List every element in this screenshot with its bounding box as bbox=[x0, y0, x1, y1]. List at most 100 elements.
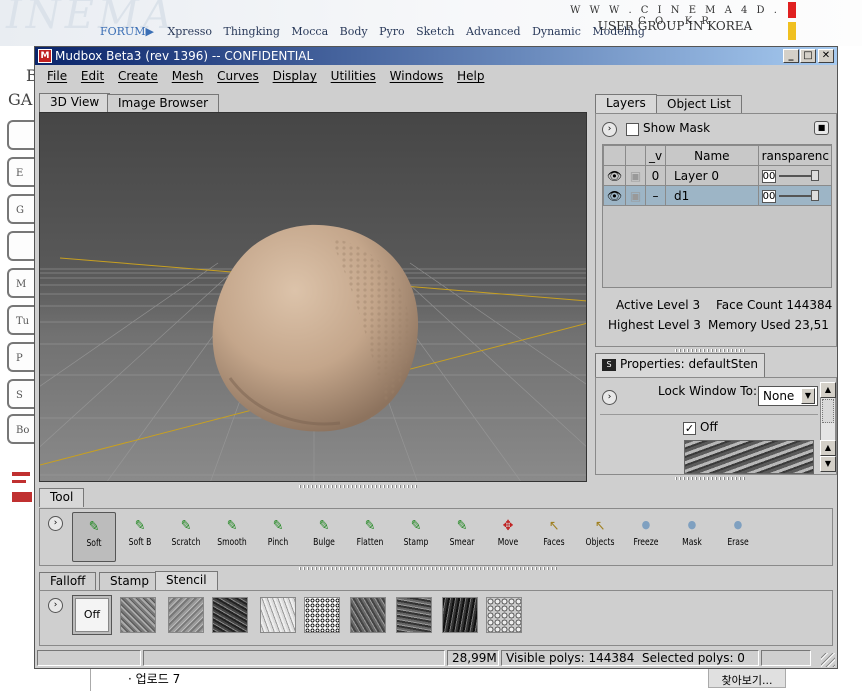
stencil-thumbnail[interactable] bbox=[120, 597, 156, 633]
nav-link[interactable]: Thingking bbox=[224, 25, 280, 38]
viewport-resize-grip[interactable] bbox=[299, 485, 419, 488]
tool-bulge[interactable]: ✎ Bulge bbox=[302, 512, 346, 562]
3d-viewport[interactable] bbox=[39, 112, 587, 482]
scroll-down-icon[interactable]: ▼ bbox=[820, 456, 836, 472]
expand-icon[interactable]: › bbox=[602, 390, 617, 405]
table-row[interactable]: 👁 ▣ 0 Layer 0 00 bbox=[603, 165, 831, 186]
layer-name[interactable]: d1 bbox=[665, 185, 759, 206]
nav-link[interactable]: Mocca bbox=[291, 25, 328, 38]
header-transparency[interactable]: ransparenc bbox=[757, 145, 831, 166]
transparency-slider[interactable] bbox=[778, 190, 819, 201]
stencil-thumbnail[interactable] bbox=[442, 597, 478, 633]
sidebar-tab[interactable]: M bbox=[7, 268, 35, 298]
expand-icon[interactable]: › bbox=[48, 516, 63, 531]
stencil-off-button[interactable]: Off bbox=[72, 595, 112, 635]
scroll-thumb[interactable] bbox=[822, 399, 834, 423]
properties-resize-grip[interactable] bbox=[675, 477, 745, 480]
sidebar-tab[interactable]: G bbox=[7, 194, 35, 224]
stencil-thumbnail[interactable] bbox=[212, 597, 248, 633]
nav-link[interactable]: Xpresso bbox=[167, 25, 212, 38]
tab-3d-view[interactable]: 3D View bbox=[39, 93, 111, 112]
transparency-value[interactable]: 00 bbox=[761, 169, 776, 183]
nav-link[interactable]: Body bbox=[340, 25, 368, 38]
tool-flatten[interactable]: ✎ Flatten bbox=[348, 512, 392, 562]
off-checkbox[interactable]: ✓ bbox=[683, 422, 696, 435]
tool-soft-b[interactable]: ✎ Soft B bbox=[118, 512, 162, 562]
menu-windows[interactable]: Windows bbox=[390, 69, 444, 83]
stencil-thumbnail[interactable] bbox=[486, 597, 522, 633]
sidebar-tab[interactable]: P bbox=[7, 342, 35, 372]
sidebar-tab[interactable]: Bo bbox=[7, 414, 35, 444]
tab-stamp[interactable]: Stamp bbox=[99, 572, 160, 590]
menu-create[interactable]: Create bbox=[118, 69, 158, 83]
menu-display[interactable]: Display bbox=[273, 69, 317, 83]
eye-icon[interactable]: 👁 bbox=[603, 185, 627, 206]
tool-erase[interactable]: ● Erase bbox=[716, 512, 760, 562]
tool-mask[interactable]: ● Mask bbox=[670, 512, 714, 562]
chevron-down-icon[interactable]: ▼ bbox=[801, 388, 815, 404]
tab-falloff[interactable]: Falloff bbox=[39, 572, 97, 590]
layer-name[interactable]: Layer 0 bbox=[665, 165, 759, 186]
stencil-thumbnail[interactable] bbox=[350, 597, 386, 633]
tool-move[interactable]: ✥ Move bbox=[486, 512, 530, 562]
menu-utilities[interactable]: Utilities bbox=[331, 69, 376, 83]
properties-scrollbar[interactable]: ▲ ▲ ▼ bbox=[820, 382, 836, 472]
menu-curves[interactable]: Curves bbox=[217, 69, 259, 83]
tool-smear[interactable]: ✎ Smear bbox=[440, 512, 484, 562]
sidebar-tab[interactable] bbox=[7, 231, 35, 261]
scroll-up-icon[interactable]: ▲ bbox=[820, 382, 836, 398]
sidebar-tab[interactable] bbox=[7, 120, 35, 150]
nav-link[interactable]: Pyro bbox=[379, 25, 405, 38]
tool-stamp[interactable]: ✎ Stamp bbox=[394, 512, 438, 562]
maximize-button[interactable]: □ bbox=[800, 49, 816, 63]
menu-mesh[interactable]: Mesh bbox=[172, 69, 204, 83]
app-icon[interactable]: M bbox=[38, 49, 52, 63]
menu-help[interactable]: Help bbox=[457, 69, 484, 83]
tab-tool[interactable]: Tool bbox=[39, 488, 85, 507]
tool-smooth[interactable]: ✎ Smooth bbox=[210, 512, 254, 562]
layers-resize-grip[interactable] bbox=[675, 349, 745, 352]
tool-soft[interactable]: ✎ Soft bbox=[72, 512, 116, 562]
padlock-icon[interactable]: ▣ bbox=[625, 165, 646, 186]
tool-scratch[interactable]: ✎ Scratch bbox=[164, 512, 208, 562]
sidebar-tab[interactable]: Tu bbox=[7, 305, 35, 335]
eye-icon[interactable]: 👁 bbox=[603, 165, 627, 186]
menu-file[interactable]: File bbox=[47, 69, 67, 83]
minimize-button[interactable]: _ bbox=[783, 49, 799, 63]
tool-pinch[interactable]: ✎ Pinch bbox=[256, 512, 300, 562]
expand-icon[interactable]: › bbox=[48, 598, 63, 613]
header-name[interactable]: Name bbox=[665, 145, 759, 166]
transparency-slider[interactable] bbox=[778, 170, 819, 181]
tool-freeze[interactable]: ● Freeze bbox=[624, 512, 668, 562]
tool-faces[interactable]: ↖ Faces bbox=[532, 512, 576, 562]
menu-edit[interactable]: Edit bbox=[81, 69, 104, 83]
browse-button[interactable]: 찾아보기... bbox=[708, 668, 786, 688]
tool-objects[interactable]: ↖ Objects bbox=[578, 512, 622, 562]
nav-link[interactable]: Sketch bbox=[416, 25, 454, 38]
tab-layers[interactable]: Layers bbox=[595, 94, 657, 113]
stencil-thumbnail[interactable] bbox=[168, 597, 204, 633]
expand-icon[interactable]: › bbox=[602, 122, 617, 137]
title-bar[interactable]: Mudbox Beta3 (rev 1396) -- CONFIDENTIAL bbox=[35, 47, 837, 65]
table-row[interactable]: 👁 ▣ – d1 00 bbox=[603, 185, 831, 206]
nav-link[interactable]: Advanced bbox=[466, 25, 521, 38]
stencil-thumbnail[interactable] bbox=[396, 597, 432, 633]
show-mask-checkbox[interactable] bbox=[626, 123, 639, 136]
tab-stencil[interactable]: Stencil bbox=[155, 571, 218, 590]
tool-resize-grip[interactable] bbox=[299, 567, 559, 570]
lock-icon[interactable]: ■ bbox=[814, 121, 829, 135]
stencil-thumbnail[interactable] bbox=[260, 597, 296, 633]
transparency-value[interactable]: 00 bbox=[761, 189, 776, 203]
sidebar-tab[interactable]: S bbox=[7, 379, 35, 409]
tab-image-browser[interactable]: Image Browser bbox=[107, 94, 220, 112]
close-button[interactable]: ✕ bbox=[818, 49, 834, 63]
tab-properties[interactable]: S Properties: defaultSten bbox=[595, 353, 766, 377]
lock-window-select[interactable]: None ▼ bbox=[758, 386, 818, 406]
padlock-icon[interactable]: ▣ bbox=[625, 185, 646, 206]
sidebar-tab[interactable]: E bbox=[7, 157, 35, 187]
resize-grip-icon[interactable] bbox=[821, 653, 835, 667]
tab-object-list[interactable]: Object List bbox=[656, 95, 742, 113]
scroll-up-icon[interactable]: ▲ bbox=[820, 440, 836, 456]
header-level[interactable]: _v bbox=[644, 145, 667, 166]
stencil-thumbnail[interactable] bbox=[304, 597, 340, 633]
